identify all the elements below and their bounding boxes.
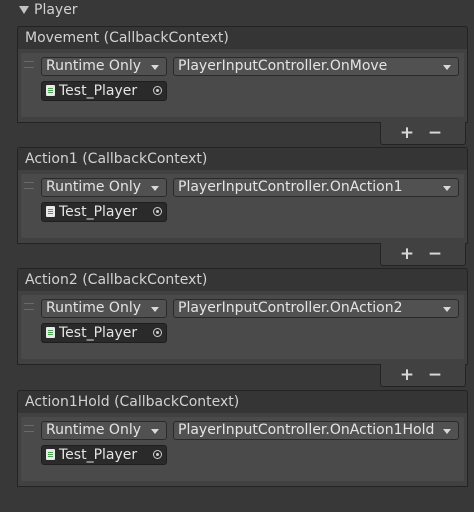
function-dropdown[interactable]: PlayerInputController.OnMove bbox=[173, 57, 459, 76]
chevron-down-icon bbox=[443, 429, 451, 434]
unity-event-action1hold: Action1Hold (CallbackContext) Runtime On… bbox=[17, 390, 468, 512]
event-header: Movement (CallbackContext) bbox=[17, 26, 468, 50]
target-icon[interactable] bbox=[153, 328, 162, 337]
unity-event-action2: Action2 (CallbackContext) Runtime Only P… bbox=[17, 268, 468, 390]
listener-row[interactable]: Runtime Only PlayerInputController.OnMov… bbox=[21, 53, 464, 117]
chevron-down-icon bbox=[443, 65, 451, 70]
event-footer: + − bbox=[380, 364, 466, 387]
chevron-down-icon bbox=[151, 429, 159, 434]
target-object-field[interactable]: Test_Player bbox=[41, 202, 167, 222]
target-icon[interactable] bbox=[153, 450, 162, 459]
unity-event-movement: Movement (CallbackContext) Runtime Only … bbox=[17, 26, 468, 148]
script-icon bbox=[46, 449, 55, 460]
target-object-field[interactable]: Test_Player bbox=[41, 323, 167, 343]
dropdown-value: Runtime Only bbox=[46, 58, 141, 74]
chevron-down-icon bbox=[151, 65, 159, 70]
chevron-down-icon bbox=[151, 186, 159, 191]
add-listener-button[interactable]: + bbox=[395, 365, 419, 385]
function-dropdown[interactable]: PlayerInputController.OnAction1Hold bbox=[173, 421, 459, 440]
triangle-down-icon[interactable] bbox=[19, 6, 29, 14]
event-footer: + − bbox=[380, 122, 466, 145]
runtime-mode-dropdown[interactable]: Runtime Only bbox=[41, 57, 167, 76]
listener-row[interactable]: Runtime Only PlayerInputController.OnAct… bbox=[21, 295, 464, 359]
drag-handle-icon[interactable] bbox=[24, 61, 34, 68]
drag-handle-icon[interactable] bbox=[24, 182, 34, 189]
runtime-mode-dropdown[interactable]: Runtime Only bbox=[41, 178, 167, 197]
chevron-down-icon bbox=[151, 307, 159, 312]
script-icon bbox=[46, 206, 55, 217]
player-foldout[interactable]: Player bbox=[0, 0, 474, 22]
event-title: Action1Hold (CallbackContext) bbox=[25, 394, 240, 410]
dropdown-value: PlayerInputController.OnAction1 bbox=[178, 179, 403, 195]
target-icon[interactable] bbox=[153, 86, 162, 95]
dropdown-value: PlayerInputController.OnAction2 bbox=[178, 300, 403, 316]
drag-handle-icon[interactable] bbox=[24, 425, 34, 432]
unity-event-action1: Action1 (CallbackContext) Runtime Only P… bbox=[17, 147, 468, 269]
event-header: Action1Hold (CallbackContext) bbox=[17, 390, 468, 414]
object-name: Test_Player bbox=[59, 447, 138, 463]
script-icon bbox=[46, 327, 55, 338]
listener-row[interactable]: Runtime Only PlayerInputController.OnAct… bbox=[21, 417, 464, 481]
dropdown-value: Runtime Only bbox=[46, 300, 141, 316]
add-listener-button[interactable]: + bbox=[395, 244, 419, 264]
script-icon bbox=[46, 85, 55, 96]
runtime-mode-dropdown[interactable]: Runtime Only bbox=[41, 299, 167, 318]
remove-listener-button[interactable]: − bbox=[423, 123, 447, 143]
dropdown-value: Runtime Only bbox=[46, 179, 141, 195]
dropdown-value: Runtime Only bbox=[46, 422, 141, 438]
event-header: Action2 (CallbackContext) bbox=[17, 268, 468, 292]
event-body: Runtime Only PlayerInputController.OnAct… bbox=[17, 291, 468, 365]
event-body: Runtime Only PlayerInputController.OnMov… bbox=[17, 49, 468, 123]
dropdown-value: PlayerInputController.OnMove bbox=[178, 58, 388, 74]
runtime-mode-dropdown[interactable]: Runtime Only bbox=[41, 421, 167, 440]
event-footer: + − bbox=[380, 243, 466, 266]
function-dropdown[interactable]: PlayerInputController.OnAction1 bbox=[173, 178, 459, 197]
object-name: Test_Player bbox=[59, 204, 138, 220]
target-object-field[interactable]: Test_Player bbox=[41, 445, 167, 465]
object-name: Test_Player bbox=[59, 325, 138, 341]
add-listener-button[interactable]: + bbox=[395, 123, 419, 143]
remove-listener-button[interactable]: − bbox=[423, 244, 447, 264]
chevron-down-icon bbox=[443, 186, 451, 191]
drag-handle-icon[interactable] bbox=[24, 303, 34, 310]
event-header: Action1 (CallbackContext) bbox=[17, 147, 468, 171]
function-dropdown[interactable]: PlayerInputController.OnAction2 bbox=[173, 299, 459, 318]
event-body: Runtime Only PlayerInputController.OnAct… bbox=[17, 170, 468, 244]
listener-row[interactable]: Runtime Only PlayerInputController.OnAct… bbox=[21, 174, 464, 238]
chevron-down-icon bbox=[443, 307, 451, 312]
foldout-label: Player bbox=[34, 2, 78, 18]
event-title: Action2 (CallbackContext) bbox=[25, 272, 208, 288]
object-name: Test_Player bbox=[59, 83, 138, 99]
target-object-field[interactable]: Test_Player bbox=[41, 81, 167, 101]
event-title: Action1 (CallbackContext) bbox=[25, 151, 208, 167]
remove-listener-button[interactable]: − bbox=[423, 365, 447, 385]
event-title: Movement (CallbackContext) bbox=[25, 30, 229, 46]
dropdown-value: PlayerInputController.OnAction1Hold bbox=[178, 422, 435, 438]
target-icon[interactable] bbox=[153, 207, 162, 216]
event-body: Runtime Only PlayerInputController.OnAct… bbox=[17, 413, 468, 487]
